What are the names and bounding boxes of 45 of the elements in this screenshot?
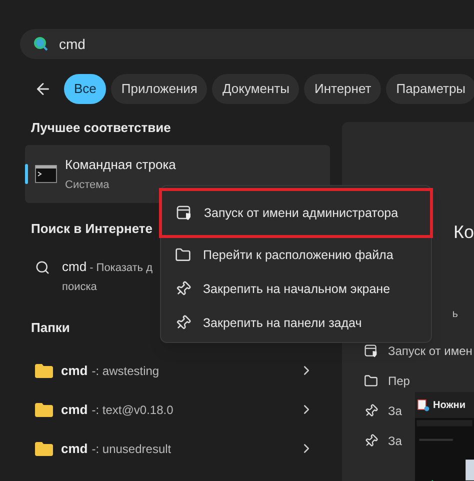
preview-text: ь — [452, 306, 458, 322]
scissors-app-icon — [417, 398, 430, 412]
folder-item[interactable]: cmd -: awstesting — [25, 351, 330, 390]
menu-item[interactable]: Закрепить на начальном экране — [161, 272, 431, 306]
folder-item[interactable]: cmd -: text@v0.18.0 — [25, 390, 330, 429]
filter-tab[interactable]: Интернет — [304, 74, 382, 104]
folder-icon — [175, 247, 191, 263]
filter-tab[interactable]: Приложения — [111, 74, 208, 104]
filter-tab[interactable]: Параметры — [386, 74, 474, 104]
folder-item[interactable]: cmd -: unusedresult — [25, 429, 330, 468]
preview-action[interactable]: Пер — [364, 366, 410, 396]
folder-name: cmd — [61, 362, 88, 380]
folder-path: -: unusedresult — [92, 440, 172, 458]
folder-name: cmd — [61, 440, 88, 458]
filter-tab[interactable]: Документы — [212, 74, 300, 104]
preview-title: Ко — [454, 221, 474, 244]
menu-item[interactable]: Перейти к расположению файла — [161, 238, 431, 272]
menu-item[interactable]: Запуск от имени администратора — [159, 188, 433, 238]
section-heading: Поиск в Интернете — [30, 220, 152, 238]
web-query: cmd — [62, 258, 87, 276]
terminal-icon — [35, 165, 57, 183]
web-hint: - Показать д — [90, 260, 153, 276]
section-heading: Лучшее соответствие — [30, 119, 171, 137]
folder-icon — [364, 374, 378, 388]
app-subtitle: Система — [65, 178, 110, 193]
shield-window-icon — [364, 344, 378, 358]
folder-path: -: text@v0.18.0 — [92, 402, 174, 418]
search-icon — [35, 260, 50, 274]
search-field[interactable]: cmd — [20, 29, 474, 59]
preview-action[interactable]: За — [364, 426, 402, 456]
folder-icon — [35, 364, 53, 378]
back-icon[interactable] — [34, 80, 52, 98]
web-hint: поиска — [62, 280, 98, 295]
shield-window-icon — [176, 205, 192, 221]
search-icon — [33, 36, 49, 52]
folder-path: -: awstesting — [92, 362, 160, 380]
section-heading: Папки — [30, 318, 70, 336]
folder-icon — [35, 402, 53, 416]
selection-indicator — [25, 164, 28, 184]
window-title: Ножни — [433, 398, 466, 412]
filter-tab[interactable]: Все — [64, 74, 106, 104]
preview-action[interactable]: За — [364, 396, 402, 426]
folder-name: cmd — [61, 400, 88, 419]
app-title: Командная строка — [65, 156, 176, 174]
folder-icon — [35, 442, 53, 456]
